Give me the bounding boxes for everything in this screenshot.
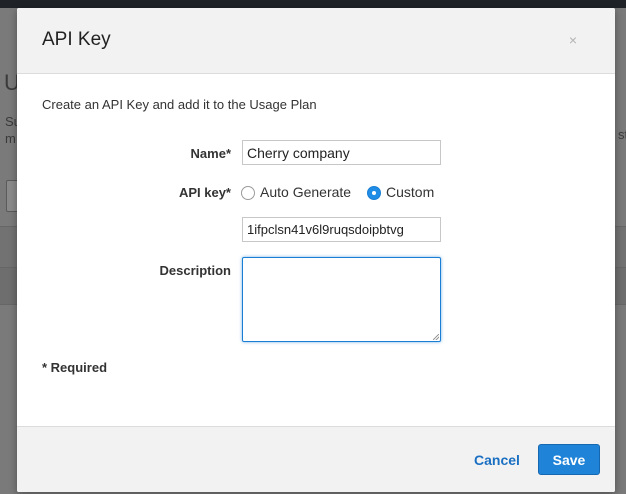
auto-generate-radio[interactable] (241, 186, 255, 200)
name-input[interactable] (242, 140, 441, 165)
background-text: m (5, 131, 16, 146)
modal-footer: Cancel Save (17, 426, 615, 492)
custom-radio[interactable] (367, 186, 381, 200)
custom-label[interactable]: Custom (386, 184, 434, 200)
required-note: * Required (42, 360, 108, 375)
background-topbar (0, 0, 626, 8)
api-key-input[interactable] (242, 217, 441, 242)
description-label: Description (159, 263, 231, 278)
resize-handle-icon[interactable] (433, 334, 439, 340)
auto-generate-label[interactable]: Auto Generate (260, 184, 351, 200)
modal-title: API Key (42, 29, 111, 50)
modal-intro-text: Create an API Key and add it to the Usag… (42, 97, 317, 112)
api-key-label: API key* (178, 185, 231, 200)
api-key-modal: API Key × Create an API Key and add it t… (17, 8, 615, 492)
close-icon[interactable]: × (565, 32, 581, 48)
cancel-button[interactable]: Cancel (474, 452, 520, 468)
name-label: Name* (190, 146, 231, 161)
background-text: sti (618, 127, 626, 142)
save-button[interactable]: Save (538, 444, 600, 475)
description-textarea[interactable] (242, 257, 441, 342)
modal-header: API Key × (17, 8, 615, 74)
